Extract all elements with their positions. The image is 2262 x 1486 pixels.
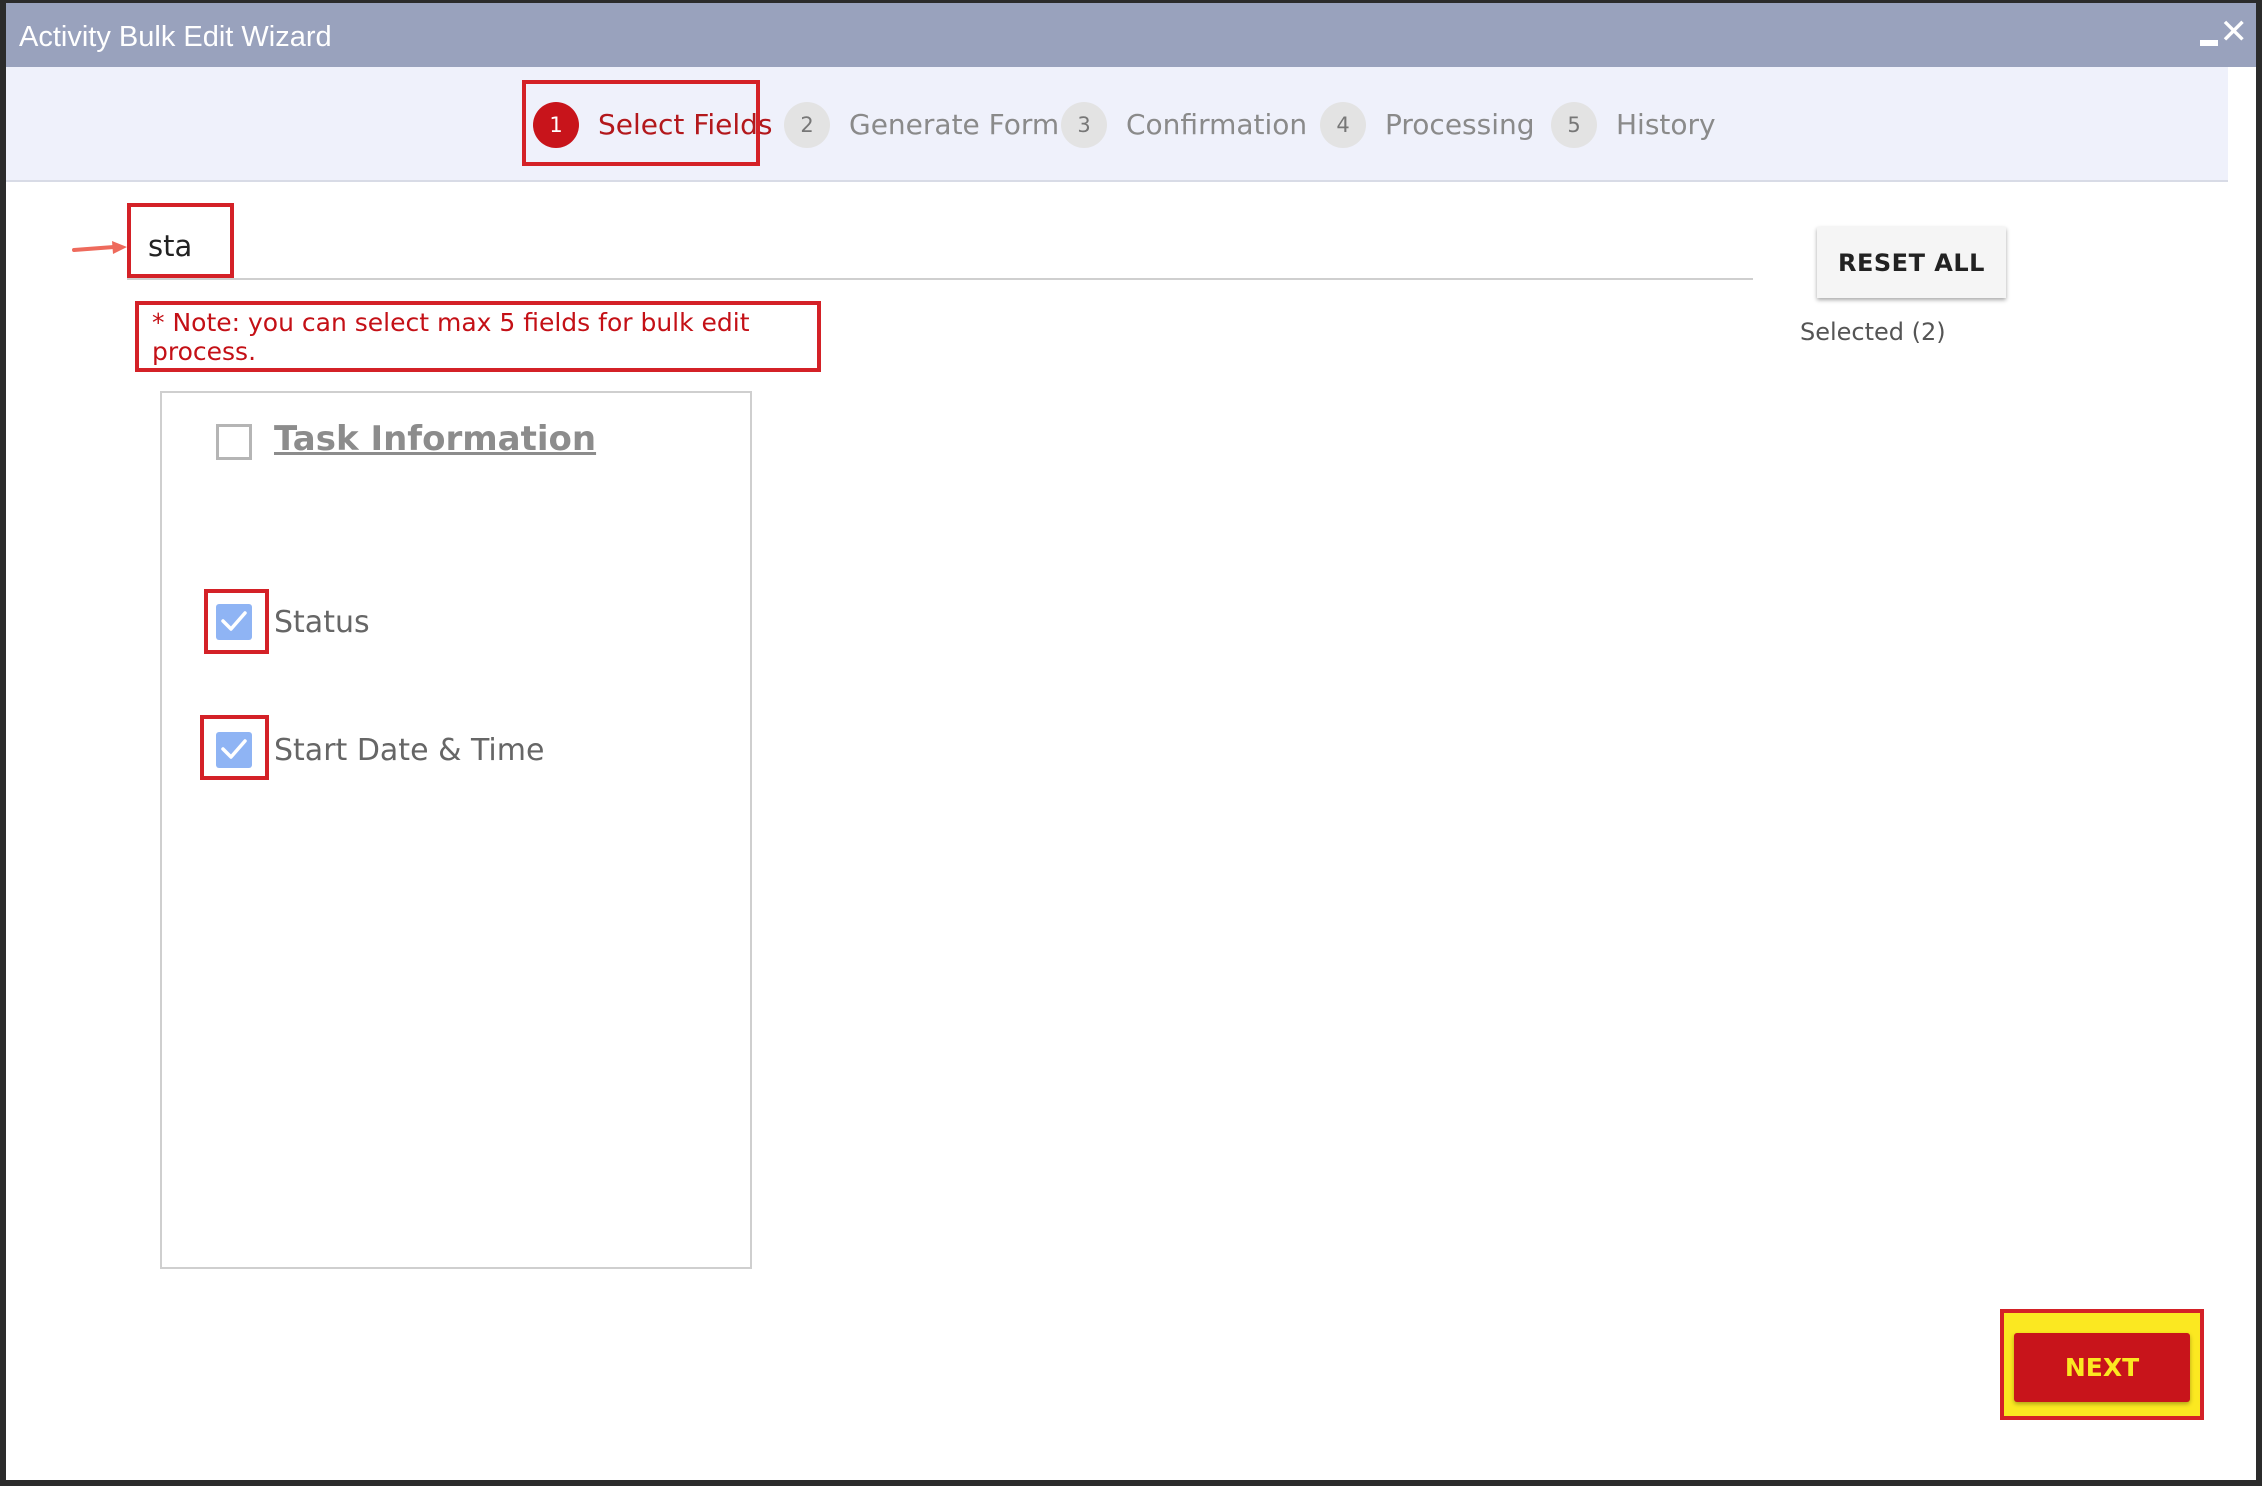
max-fields-note: * Note: you can select max 5 fields for …	[135, 301, 821, 372]
step-number: 2	[784, 101, 830, 148]
step-label: Generate Form	[849, 108, 1060, 141]
step-generate-form[interactable]: 2 Generate Form	[784, 67, 1059, 182]
arrow-icon	[72, 241, 127, 254]
group-title[interactable]: Task Information	[274, 419, 596, 459]
step-label: Confirmation	[1126, 108, 1308, 141]
step-number: 3	[1061, 101, 1107, 148]
window-title: Activity Bulk Edit Wizard	[19, 21, 332, 53]
step-processing[interactable]: 4 Processing	[1320, 67, 1535, 182]
minimize-icon[interactable]	[2200, 40, 2218, 46]
status-checkbox[interactable]	[216, 604, 252, 640]
active-step-highlight	[522, 80, 760, 166]
fields-panel	[160, 391, 752, 1269]
search-input[interactable]	[148, 226, 298, 266]
field-label-status[interactable]: Status	[274, 605, 370, 640]
step-confirmation[interactable]: 3 Confirmation	[1061, 67, 1307, 182]
note-text: * Note: you can select max 5 fields for …	[152, 307, 750, 366]
title-bar: Activity Bulk Edit Wizard ✕	[6, 3, 2256, 67]
step-history[interactable]: 5 History	[1551, 67, 1716, 182]
checkmark-icon	[221, 739, 247, 759]
step-number: 4	[1320, 101, 1366, 148]
group-checkbox[interactable]	[216, 424, 252, 460]
step-label: Processing	[1385, 108, 1535, 141]
next-button[interactable]: NEXT	[2014, 1333, 2190, 1402]
field-label-start-date[interactable]: Start Date & Time	[274, 733, 544, 768]
reset-all-button[interactable]: RESET ALL	[1817, 227, 2006, 298]
step-label: History	[1616, 108, 1716, 141]
close-icon[interactable]: ✕	[2220, 15, 2249, 49]
step-number: 5	[1551, 101, 1597, 148]
search-underline	[127, 278, 1753, 280]
selected-count: Selected (2)	[1800, 318, 1946, 346]
start-date-checkbox[interactable]	[216, 732, 252, 768]
checkmark-icon	[221, 611, 247, 631]
wizard-steps: 1 Select Fields 2 Generate Form 3 Confir…	[6, 67, 2228, 182]
